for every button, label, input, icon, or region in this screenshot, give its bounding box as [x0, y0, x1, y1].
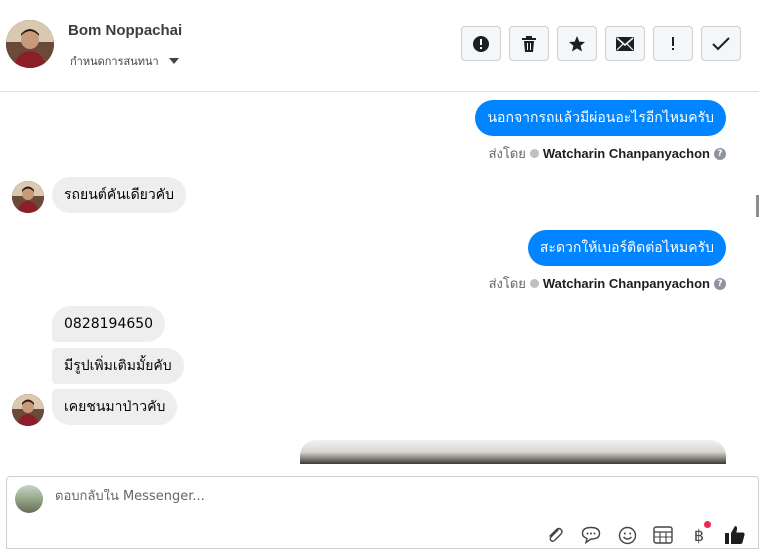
contact-name[interactable]: Bom Noppachai — [68, 22, 182, 39]
delete-button[interactable] — [509, 26, 549, 61]
alert-circle-icon — [473, 35, 489, 52]
help-icon[interactable]: ? — [714, 277, 726, 290]
composer-toolbar: ฿ — [542, 521, 748, 546]
payment-icon: ฿ — [693, 525, 705, 545]
emoji-icon — [618, 526, 636, 544]
conversation-toolbar — [461, 26, 741, 61]
exclamation-icon — [672, 36, 674, 50]
incoming-message[interactable]: มีรูปเพิ่มเติมมั้ยคับ — [52, 348, 184, 384]
chevron-down-icon — [168, 58, 179, 64]
like-icon — [725, 526, 745, 544]
check-icon — [712, 36, 730, 50]
attach-file-button[interactable] — [542, 524, 568, 546]
notification-dot — [704, 521, 711, 528]
appointment-button[interactable] — [650, 524, 676, 546]
sender-name[interactable]: Watcharin Chanpanyachon — [543, 276, 710, 291]
important-button[interactable] — [653, 26, 693, 61]
sender-name[interactable]: Watcharin Chanpanyachon — [543, 146, 710, 161]
sent-by-line: ส่งโดย Watcharin Chanpanyachon ? — [489, 143, 726, 164]
incoming-message[interactable]: รถยนต์คันเดียวคับ — [52, 177, 186, 213]
sent-by-line: ส่งโดย Watcharin Chanpanyachon ? — [489, 273, 726, 294]
appointment-icon — [653, 526, 673, 544]
page-avatar — [15, 485, 43, 513]
payment-button[interactable]: ฿ — [686, 521, 712, 546]
mark-spam-button[interactable] — [461, 26, 501, 61]
sent-by-prefix: ส่งโดย — [488, 147, 526, 162]
help-icon[interactable]: ? — [714, 147, 726, 160]
saved-replies-button[interactable] — [578, 524, 604, 546]
star-icon — [569, 35, 585, 51]
contact-avatar-small[interactable] — [12, 394, 44, 426]
contact-avatar-small[interactable] — [12, 181, 44, 213]
reply-input[interactable] — [55, 489, 655, 504]
outgoing-message[interactable]: นอกจากรถแล้วมีผ่อนอะไรอีกไหมครับ — [475, 100, 726, 136]
emoji-button[interactable] — [614, 524, 640, 546]
star-button[interactable] — [557, 26, 597, 61]
reply-composer: ฿ — [6, 476, 759, 549]
incoming-message[interactable]: เคยชนมาป่าวคับ — [52, 389, 178, 425]
mark-done-button[interactable] — [701, 26, 741, 61]
message-thread[interactable]: นอกจากรถแล้วมีผ่อนอะไรอีกไหมครับ ส่งโดย … — [0, 92, 759, 464]
envelope-icon — [616, 36, 634, 51]
conversation-actions-dropdown[interactable]: กำหนดการสนทนา — [70, 52, 179, 70]
sent-by-prefix: ส่งโดย — [488, 277, 526, 292]
outgoing-message[interactable]: สะดวกให้เบอร์ติดต่อไหมครับ — [527, 230, 726, 266]
trash-icon — [522, 35, 536, 52]
mark-unread-button[interactable] — [605, 26, 645, 61]
conversation-actions-label: กำหนดการสนทนา — [70, 55, 159, 68]
contact-avatar[interactable] — [6, 20, 54, 68]
like-button[interactable] — [722, 524, 748, 546]
incoming-message[interactable]: 0828194650 — [52, 306, 166, 342]
saved-reply-icon — [581, 526, 601, 544]
verified-dot-icon — [529, 279, 539, 288]
outgoing-image-attachment[interactable] — [300, 440, 726, 464]
verified-dot-icon — [529, 149, 539, 158]
paperclip-icon — [549, 527, 563, 542]
conversation-header: Bom Noppachai กำหนดการสนทนา — [0, 0, 759, 92]
